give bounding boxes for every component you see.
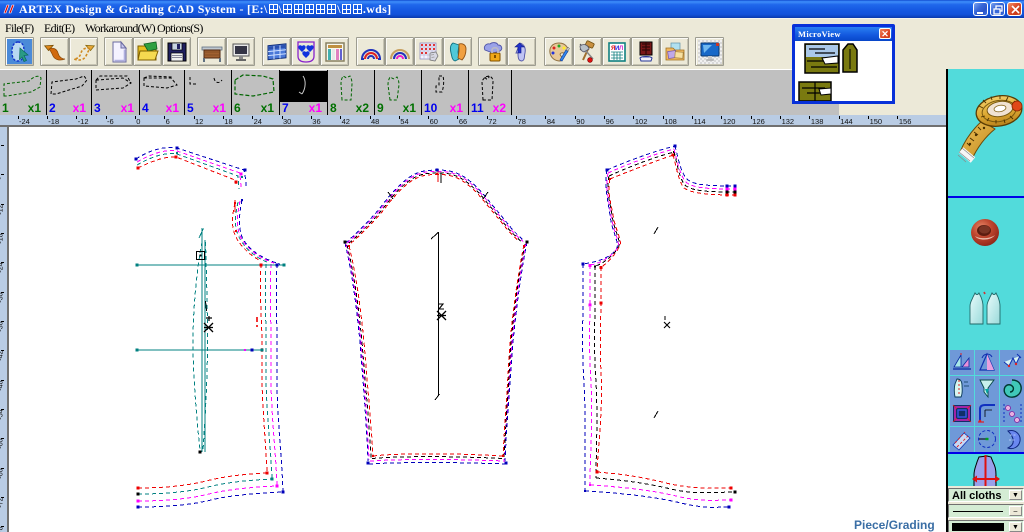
svg-text:Л: Л: [619, 46, 623, 52]
